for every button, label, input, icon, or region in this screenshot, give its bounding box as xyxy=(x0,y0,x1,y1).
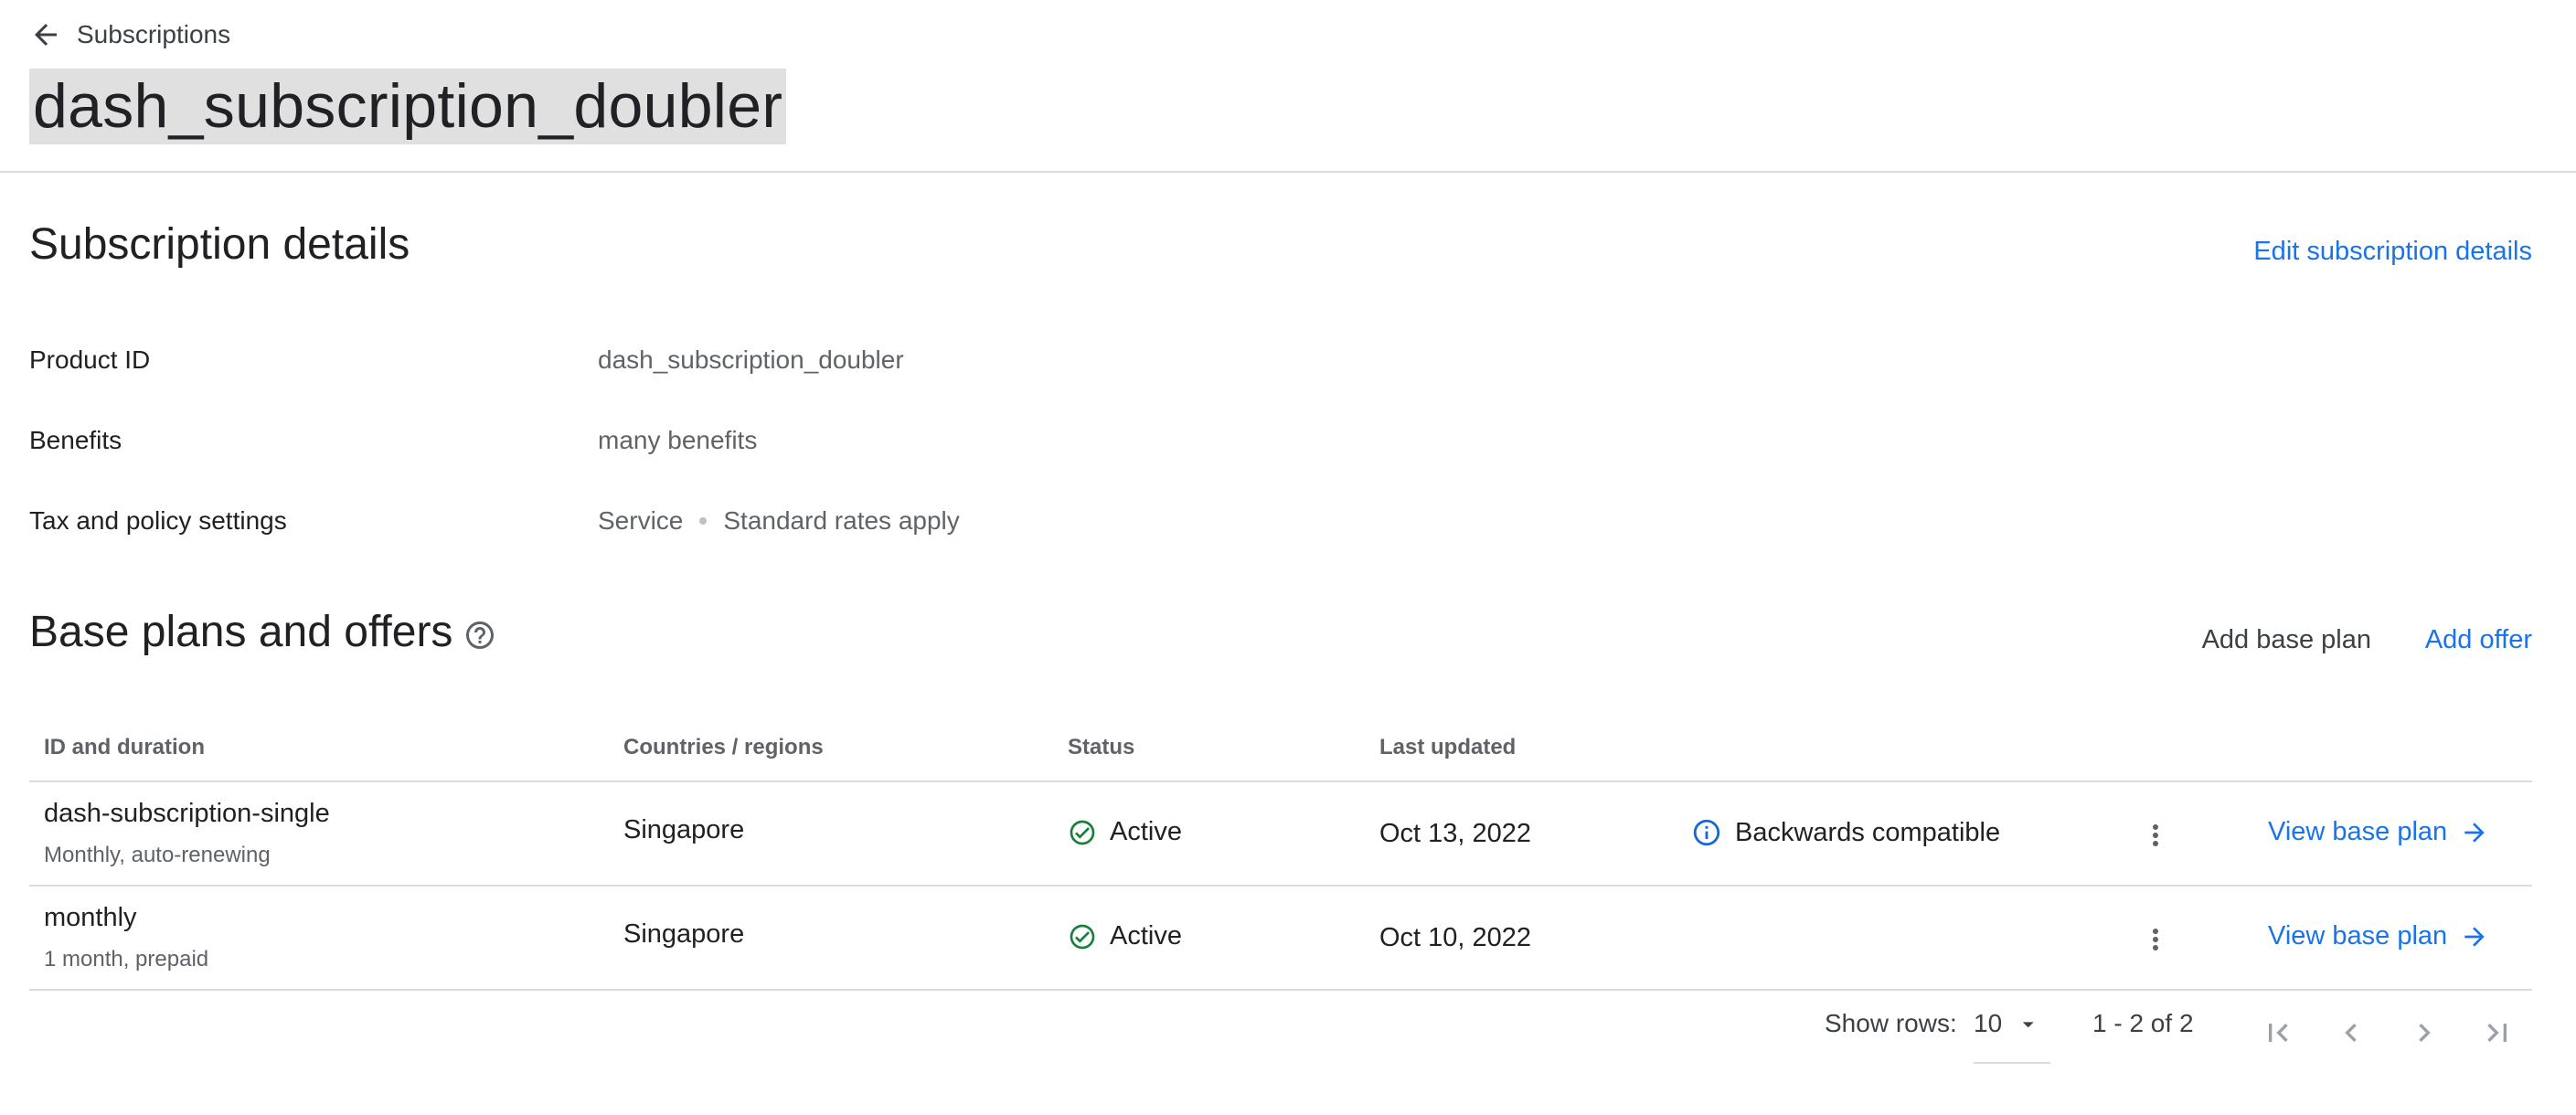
plan-id: monthly xyxy=(44,903,137,932)
last-page-button[interactable] xyxy=(2479,1014,2516,1051)
column-header-id: ID and duration xyxy=(44,735,205,759)
view-base-plan-label: View base plan xyxy=(2268,921,2448,950)
status-label: Active xyxy=(1110,817,1182,846)
next-page-button[interactable] xyxy=(2406,1014,2443,1051)
status-label: Active xyxy=(1110,921,1182,950)
more-actions-button[interactable] xyxy=(2139,923,2172,963)
plan-last-updated: Oct 10, 2022 xyxy=(1379,923,1532,952)
show-rows-label: Show rows: xyxy=(1825,1009,1957,1037)
check-circle-icon xyxy=(1070,820,1095,844)
more-vert-icon xyxy=(2153,824,2158,846)
info-icon xyxy=(1693,819,1720,846)
arrow-right-icon xyxy=(2464,926,2485,947)
backwards-compatible-badge: Backwards compatible xyxy=(1691,817,2000,848)
base-plans-title: Base plans and offers xyxy=(29,608,453,656)
plan-status: Active xyxy=(1068,817,1182,847)
add-base-plan-button[interactable]: Add base plan xyxy=(2202,625,2371,655)
chevron-left-icon xyxy=(2345,1024,2357,1042)
table-row[interactable]: monthly 1 month, prepaid Singapore Activ… xyxy=(29,887,2532,991)
view-base-plan-label: View base plan xyxy=(2268,817,2448,846)
previous-page-button[interactable] xyxy=(2333,1014,2369,1051)
check-circle-icon xyxy=(1070,924,1095,949)
detail-label: Product ID xyxy=(29,345,151,374)
arrow-left-icon xyxy=(35,24,57,46)
table-row[interactable]: dash-subscription-single Monthly, auto-r… xyxy=(29,782,2532,887)
plan-id: dash-subscription-single xyxy=(44,799,330,828)
compat-label: Backwards compatible xyxy=(1735,817,2001,847)
tax-category: Service xyxy=(598,506,684,535)
back-link-label: Subscriptions xyxy=(77,20,231,48)
plan-status: Active xyxy=(1068,921,1182,951)
chevron-right-icon xyxy=(2419,1024,2431,1042)
subscription-details-heading: Subscription details xyxy=(29,220,410,269)
arrow-right-icon xyxy=(2464,822,2485,843)
column-header-status: Status xyxy=(1068,735,1135,759)
rows-per-page-select[interactable]: 10 xyxy=(1974,1009,2050,1064)
view-base-plan-link[interactable]: View base plan xyxy=(2268,921,2489,951)
detail-row-tax-policy: Tax and policy settings Service Standard… xyxy=(29,506,960,536)
edit-subscription-details-link[interactable]: Edit subscription details xyxy=(2253,237,2532,267)
base-plans-table: ID and duration Countries / regions Stat… xyxy=(29,718,2532,991)
detail-row-benefits: Benefits many benefits xyxy=(29,426,757,455)
plan-regions: Singapore xyxy=(623,919,745,949)
separator-dot xyxy=(699,517,708,525)
page-title: dash_subscription_doubler xyxy=(29,69,787,144)
more-vert-icon xyxy=(2153,929,2158,950)
help-circle-icon[interactable] xyxy=(463,619,496,652)
last-page-icon xyxy=(2487,1024,2507,1042)
table-header: ID and duration Countries / regions Stat… xyxy=(29,718,2532,782)
plan-duration: Monthly, auto-renewing xyxy=(44,843,271,867)
tax-rate: Standard rates apply xyxy=(723,506,960,535)
add-offer-button[interactable]: Add offer xyxy=(2425,625,2532,655)
more-actions-button[interactable] xyxy=(2139,819,2172,859)
detail-label: Benefits xyxy=(29,426,122,454)
first-page-icon xyxy=(2269,1024,2288,1042)
base-plans-heading: Base plans and offers xyxy=(29,607,496,657)
rows-per-page-value: 10 xyxy=(1974,1009,2003,1037)
pagination-range: 1 - 2 of 2 xyxy=(2092,1009,2194,1037)
back-to-subscriptions-link[interactable]: Subscriptions xyxy=(29,18,230,51)
header-divider xyxy=(0,171,2576,173)
detail-value: Service Standard rates apply xyxy=(598,506,960,536)
detail-row-product-id: Product ID dash_subscription_doubler xyxy=(29,345,904,375)
first-page-button[interactable] xyxy=(2260,1014,2296,1051)
detail-value: many benefits xyxy=(598,426,758,454)
detail-label: Tax and policy settings xyxy=(29,506,287,535)
plan-regions: Singapore xyxy=(623,815,745,844)
view-base-plan-link[interactable]: View base plan xyxy=(2268,817,2489,847)
caret-down-icon xyxy=(2022,1022,2034,1028)
plan-last-updated: Oct 13, 2022 xyxy=(1379,819,1532,848)
detail-value: dash_subscription_doubler xyxy=(598,345,904,374)
column-header-regions: Countries / regions xyxy=(623,735,824,759)
plan-duration: 1 month, prepaid xyxy=(44,947,209,972)
column-header-updated: Last updated xyxy=(1379,735,1517,759)
